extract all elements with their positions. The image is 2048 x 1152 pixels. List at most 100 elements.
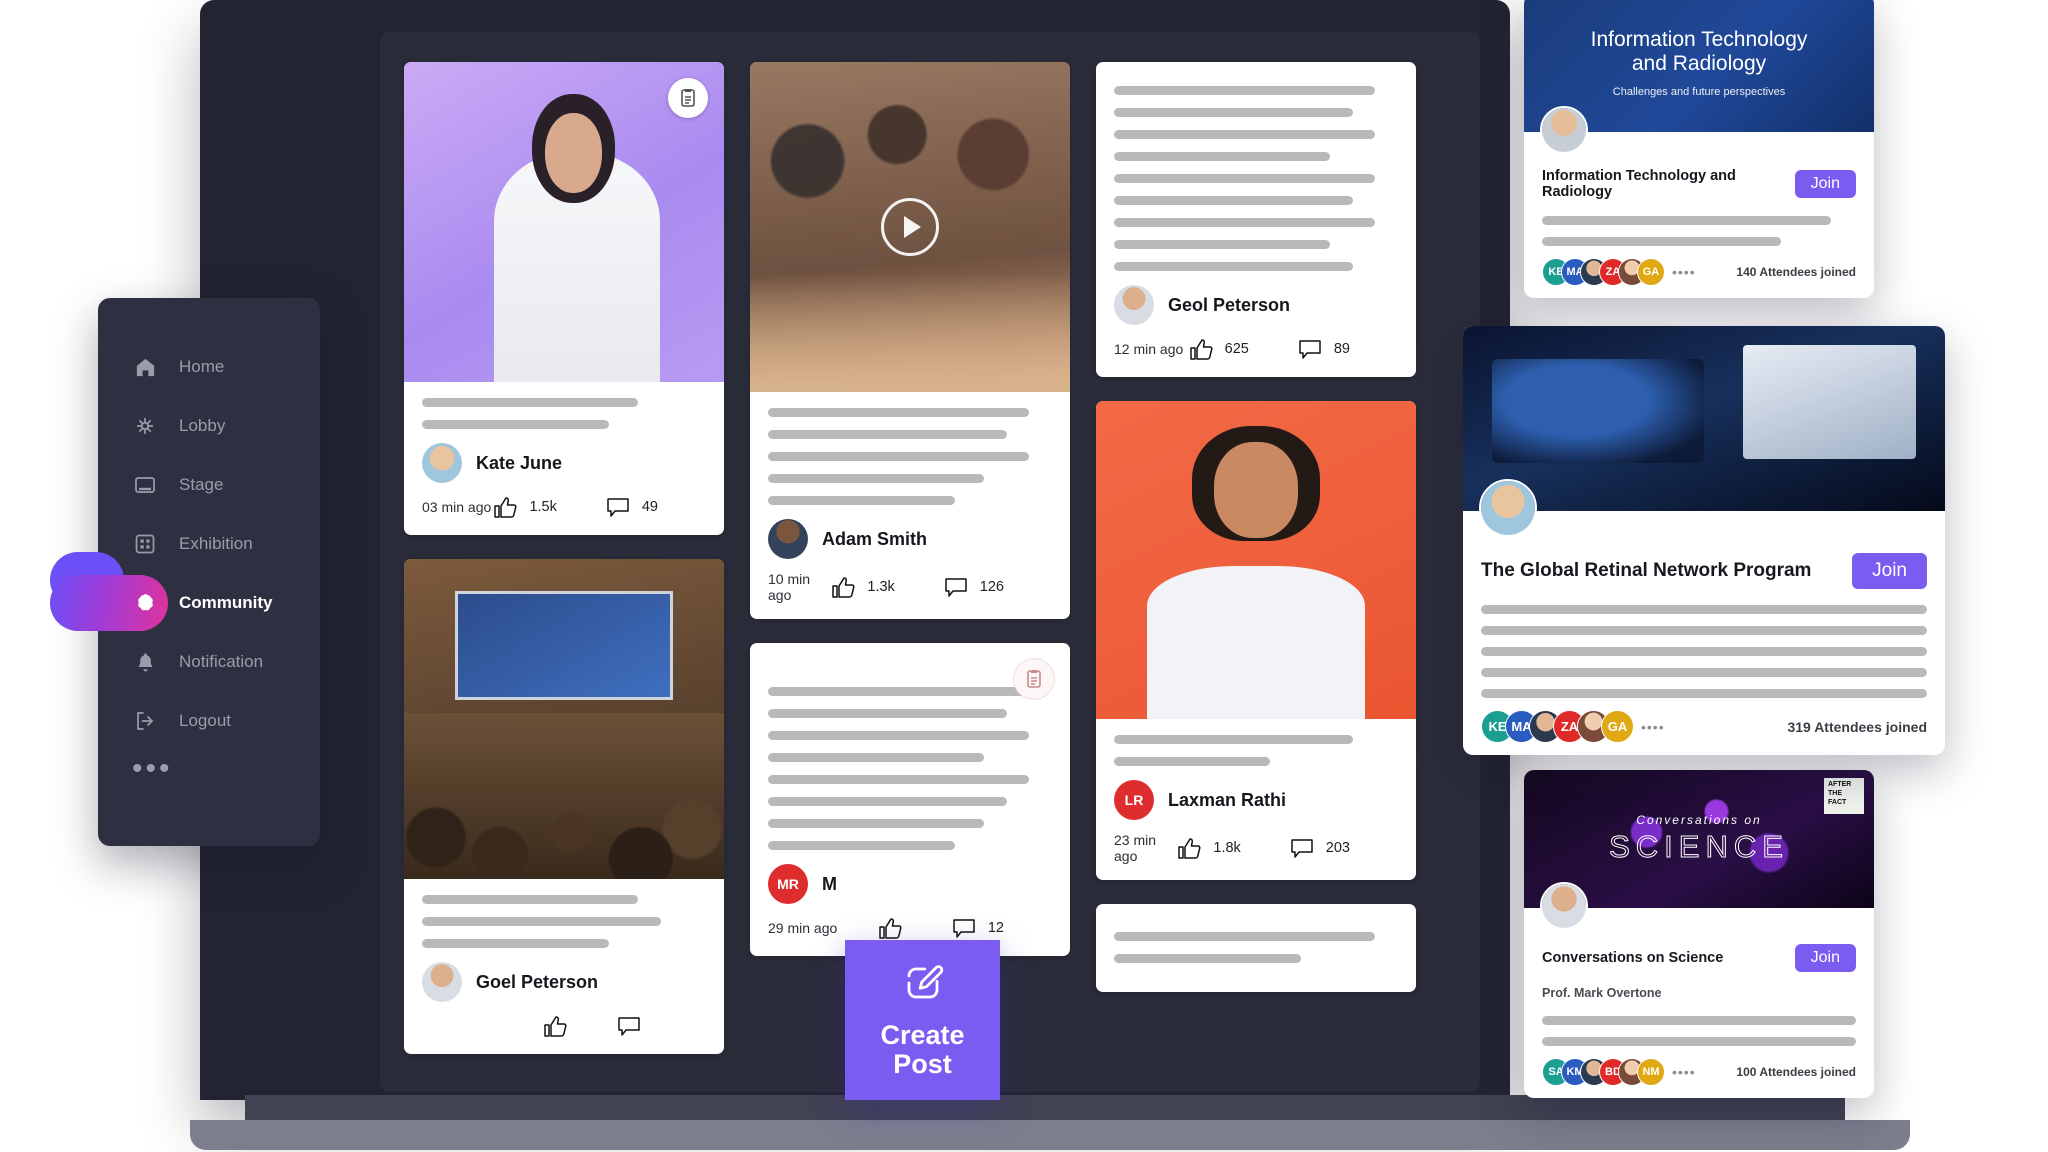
comment-count: 89: [1333, 341, 1350, 357]
like-count: 625: [1224, 341, 1249, 357]
like-stat[interactable]: 625: [1188, 337, 1249, 361]
comment-count: 203: [1325, 840, 1350, 856]
attendee-avatar: GA: [1601, 710, 1634, 743]
attendee-avatars[interactable]: SA KM BD NM ••••: [1542, 1058, 1696, 1086]
post-timestamp: 12 min ago: [1114, 341, 1184, 357]
event-title-row: The Global Retinal Network Program Join: [1481, 553, 1927, 589]
sidebar-item-community[interactable]: Community: [50, 552, 320, 631]
sidebar-item-logout[interactable]: Logout: [98, 700, 320, 742]
thumbs-up-icon: [1189, 339, 1213, 360]
event-card[interactable]: The Global Retinal Network Program Join …: [1463, 326, 1945, 755]
sidebar-item-notification[interactable]: Notification: [98, 641, 320, 683]
skeleton-line: [422, 420, 610, 429]
like-count: 1.3k: [867, 579, 895, 595]
skeleton-line: [1114, 735, 1353, 744]
post-card[interactable]: Adam Smith 10 min ago 1.3k 126: [750, 62, 1070, 619]
skeleton-line: [1481, 689, 1927, 698]
post-author-name: Kate June: [476, 452, 563, 473]
post-card[interactable]: LR Laxman Rathi 23 min ago 1.8k 203: [1096, 401, 1416, 880]
post-card[interactable]: Goel Peterson: [404, 559, 724, 1054]
skeleton-line: [1481, 605, 1927, 614]
event-title-row: Conversations on Science Join: [1542, 944, 1856, 972]
skeleton-line: [768, 709, 1007, 718]
sidebar-item-exhibition[interactable]: Exhibition: [98, 523, 320, 565]
create-post-button[interactable]: Create Post: [845, 940, 1000, 1100]
post-body: Geol Peterson 12 min ago 625 89: [1096, 62, 1416, 377]
comment-stat[interactable]: 49: [605, 495, 658, 519]
sidebar-item-stage[interactable]: Stage: [98, 464, 320, 506]
play-video-icon[interactable]: [881, 198, 939, 256]
logout-arrow-icon: [132, 708, 158, 734]
like-stat[interactable]: [542, 1014, 568, 1038]
save-post-icon[interactable]: [1014, 659, 1054, 699]
post-card[interactable]: [1096, 904, 1416, 992]
feed-columns: Kate June 03 min ago 1.5k 49 Goel Peters…: [404, 62, 1456, 1054]
sidebar-item-label: Community: [179, 593, 273, 612]
comment-stat[interactable]: 12: [951, 916, 1004, 940]
attendee-avatars[interactable]: KE MA ZA GA ••••: [1542, 258, 1696, 286]
skeleton-line: [1114, 218, 1376, 227]
comment-bubble-icon: [1299, 340, 1321, 359]
event-footer: KE MA ZA GA •••• 140 Attendees joined: [1542, 258, 1856, 286]
post-timestamp: 23 min ago: [1114, 832, 1157, 864]
attendees-count: 140 Attendees joined: [1736, 265, 1856, 279]
skeleton-line: [422, 895, 638, 904]
post-timestamp: 29 min ago: [768, 920, 838, 936]
post-author-name: Geol Peterson: [1168, 294, 1291, 315]
event-banner: [1463, 326, 1945, 511]
like-stat[interactable]: [877, 916, 903, 940]
post-author-row: Kate June: [422, 443, 706, 483]
event-banner-title: Conversations on: [1636, 813, 1762, 827]
sidebar-more-button[interactable]: •••: [98, 754, 320, 784]
event-card[interactable]: AFTER THE FACT Conversations on SCIENCE Co…: [1524, 770, 1874, 1098]
comment-stat[interactable]: 89: [1297, 337, 1350, 361]
event-host-avatar: [1479, 479, 1537, 537]
skeleton-line: [1481, 626, 1927, 635]
sidebar-item-home[interactable]: Home: [98, 346, 320, 388]
like-stat[interactable]: 1.5k: [492, 495, 557, 519]
join-button[interactable]: Join: [1852, 553, 1927, 589]
post-author-row: Adam Smith: [768, 519, 1052, 559]
post-meta-row: 12 min ago 625 89: [1114, 337, 1398, 361]
post-card[interactable]: Kate June 03 min ago 1.5k 49: [404, 62, 724, 535]
comment-stat[interactable]: 126: [943, 575, 1004, 599]
post-media-portrait: [1096, 401, 1416, 719]
skeleton-line: [1542, 216, 1831, 225]
thumbs-up-icon: [1178, 838, 1201, 859]
event-card[interactable]: Information Technology and Radiology Cha…: [1524, 0, 1874, 298]
skeleton-line: [1114, 86, 1376, 95]
like-stat[interactable]: 1.3k: [830, 575, 895, 599]
post-card[interactable]: MR M 29 min ago 12: [750, 643, 1070, 956]
event-description-skeleton: [1542, 216, 1856, 246]
skeleton-line: [768, 687, 1030, 696]
event-banner-badge: AFTER THE FACT: [1824, 778, 1864, 814]
avatar: [422, 962, 462, 1002]
join-button[interactable]: Join: [1794, 170, 1856, 198]
skeleton-line: [1542, 1016, 1856, 1025]
skeleton-line: [1114, 954, 1302, 963]
skeleton-line: [768, 731, 1030, 740]
sidebar-item-label: Lobby: [179, 416, 226, 435]
post-body: MR M 29 min ago 12: [750, 643, 1070, 956]
skeleton-line: [768, 753, 984, 762]
skeleton-line: [768, 841, 956, 850]
skeleton-line: [1114, 152, 1330, 161]
attendee-avatars[interactable]: KE MA ZA GA ••••: [1481, 710, 1665, 743]
comment-stat[interactable]: [616, 1014, 642, 1038]
post-media-video[interactable]: [750, 62, 1070, 392]
post-body: Adam Smith 10 min ago 1.3k 126: [750, 392, 1070, 619]
comment-stat[interactable]: 203: [1289, 836, 1350, 860]
skeleton-line: [1114, 196, 1353, 205]
post-card[interactable]: Geol Peterson 12 min ago 625 89: [1096, 62, 1416, 377]
skeleton-line: [422, 939, 610, 948]
skeleton-line: [768, 819, 984, 828]
post-body: Kate June 03 min ago 1.5k 49: [404, 382, 724, 535]
join-button[interactable]: Join: [1794, 944, 1856, 972]
event-title-row: Information Technology and Radiology Joi…: [1542, 168, 1856, 200]
sidebar-item-lobby[interactable]: Lobby: [98, 405, 320, 447]
like-stat[interactable]: 1.8k: [1176, 836, 1241, 860]
save-post-icon[interactable]: [668, 78, 708, 118]
event-body: The Global Retinal Network Program Join …: [1463, 479, 1945, 755]
skeleton-line: [1481, 668, 1927, 677]
skeleton-line: [1542, 237, 1781, 246]
